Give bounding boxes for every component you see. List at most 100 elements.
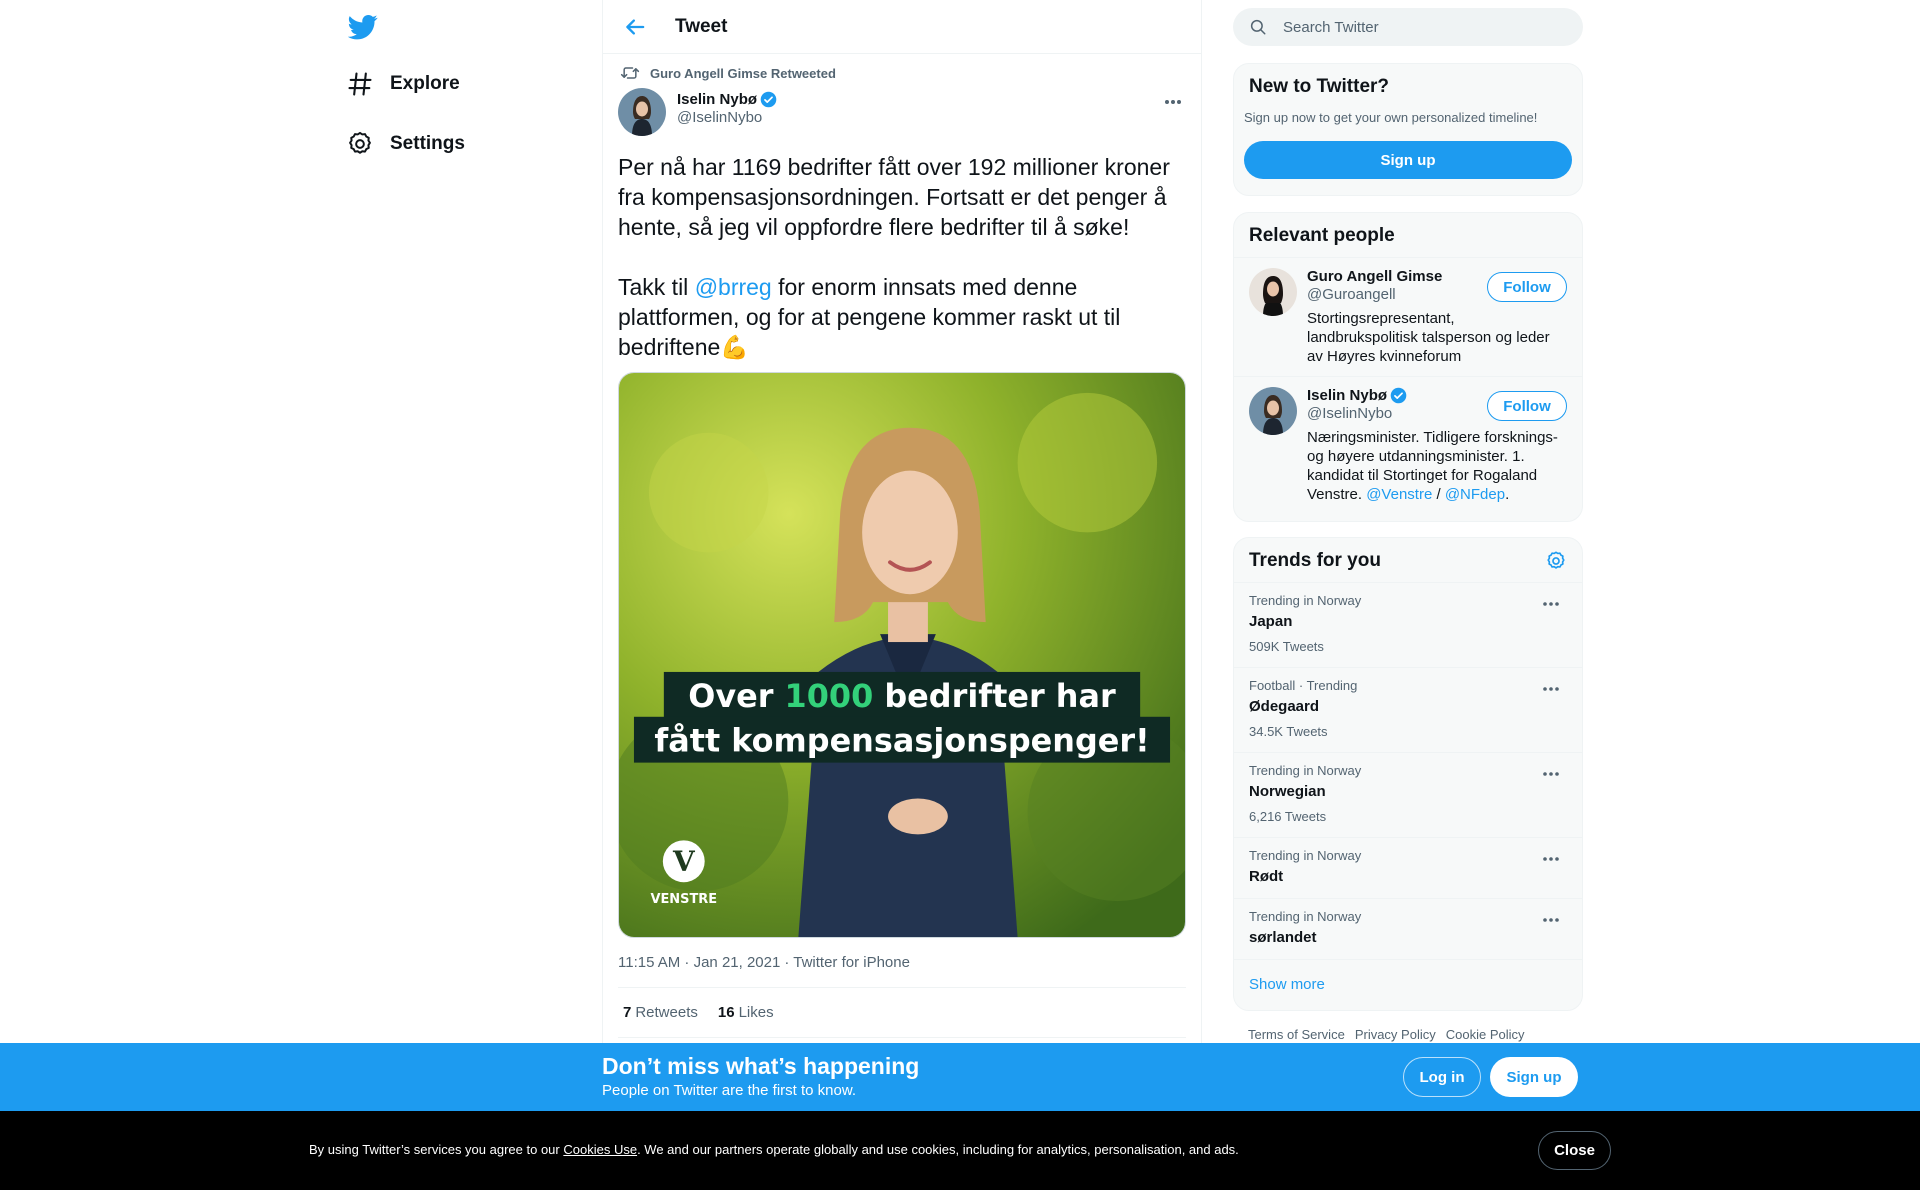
likes-label[interactable]: Likes <box>739 1004 774 1021</box>
tweet-author: Iselin Nybø @IselinNybo <box>618 88 1186 148</box>
bio-separator: / <box>1432 486 1445 503</box>
hashtag-icon <box>346 70 374 98</box>
trend-item[interactable]: Trending in Norway sørlandet <box>1234 899 1582 960</box>
tweet-timestamp[interactable]: 11:15 AM · Jan 21, 2021 <box>618 954 780 971</box>
retweet-context: Guro Angell Gimse Retweeted <box>618 54 1186 88</box>
retweets-label[interactable]: Retweets <box>635 1004 698 1021</box>
more-options-icon[interactable] <box>1542 913 1560 925</box>
retweeted-by-label[interactable]: Guro Angell Gimse Retweeted <box>650 66 836 81</box>
trend-item[interactable]: Football · Trending Ødegaard 34.5K Tweet… <box>1234 668 1582 753</box>
search-bar[interactable] <box>1233 8 1583 46</box>
trend-context: Trending in Norway <box>1249 593 1362 608</box>
author-name-text: Iselin Nybø <box>677 91 758 108</box>
gear-icon[interactable] <box>1545 550 1567 572</box>
trend-name: Japan <box>1249 613 1293 630</box>
cookie-text: By using Twitter’s services you agree to… <box>309 1142 1239 1157</box>
tweet-text-paragraph-1: Per nå har 1169 bedrifter fått over 192 … <box>618 154 1170 240</box>
more-options-icon[interactable] <box>1542 767 1560 779</box>
cookie-policy-link[interactable]: Cookie Policy <box>1446 1027 1525 1042</box>
cookies-use-link[interactable]: Cookies Use <box>563 1142 637 1157</box>
retweets-count[interactable]: 7 <box>623 1004 631 1021</box>
more-options-icon[interactable] <box>1542 682 1560 694</box>
tweet-column: Tweet Guro Angell Gimse Retweeted Iselin… <box>602 0 1202 1190</box>
bio-end: . <box>1505 486 1510 503</box>
search-icon <box>1249 18 1267 36</box>
tweet-text-p2-start: Takk til <box>618 274 695 300</box>
trend-count: 6,216 Tweets <box>1249 809 1327 824</box>
trend-count: 34.5K Tweets <box>1249 724 1328 739</box>
trends-card: Trends for you Trending in Norway Japan … <box>1233 537 1583 1011</box>
terms-link[interactable]: Terms of Service <box>1248 1027 1345 1042</box>
tweet-text: Per nå har 1169 bedrifter fått over 192 … <box>618 152 1186 362</box>
log-in-button[interactable]: Log in <box>1403 1057 1481 1097</box>
author-name[interactable]: Iselin Nybø <box>677 91 777 108</box>
likes-count[interactable]: 16 <box>718 1004 735 1021</box>
bio-link-nfdep[interactable]: @NFdep <box>1445 486 1505 503</box>
retweet-icon <box>620 63 640 83</box>
verified-badge-icon <box>1390 387 1407 404</box>
trend-name: Norwegian <box>1249 783 1326 800</box>
tweet-header: Tweet <box>603 0 1201 54</box>
new-to-twitter-subtitle: Sign up now to get your own personalized… <box>1244 110 1538 125</box>
nav-label-explore: Explore <box>390 73 460 94</box>
venstre-logo-letter: V <box>672 845 696 878</box>
follow-button[interactable]: Follow <box>1487 272 1567 302</box>
person-item[interactable]: Iselin Nybø @IselinNybo Næringsminister.… <box>1234 377 1582 514</box>
tweet-source: · Twitter for iPhone <box>784 954 910 971</box>
sign-up-button[interactable]: Sign up <box>1490 1057 1578 1097</box>
tweet-text-paragraph-2: Takk til @brreg for enorm innsats med de… <box>618 272 1186 362</box>
gear-icon <box>346 130 374 158</box>
avatar[interactable] <box>618 88 666 136</box>
twitter-bird-icon[interactable] <box>347 12 378 42</box>
tweet-stats: 7 Retweets 16 Likes <box>618 988 1186 1038</box>
image-headline-line2: fått kompensasjonspenger! <box>654 722 1149 760</box>
more-options-icon[interactable] <box>1542 597 1560 609</box>
trend-context: Trending in Norway <box>1249 909 1362 924</box>
trend-item[interactable]: Trending in Norway Norwegian 6,216 Tweet… <box>1234 753 1582 838</box>
search-input[interactable] <box>1283 18 1563 36</box>
cookie-text-start: By using Twitter’s services you agree to… <box>309 1142 564 1157</box>
trend-item[interactable]: Trending in Norway Rødt <box>1234 838 1582 899</box>
person-bio: Stortingsrepresentant, landbrukspolitisk… <box>1307 310 1550 365</box>
new-to-twitter-card: New to Twitter? Sign up now to get your … <box>1233 63 1583 196</box>
venstre-logo-text: VENSTRE <box>650 892 717 907</box>
tweet-meta: 11:15 AM · Jan 21, 2021 · Twitter for iP… <box>618 938 1186 988</box>
tweet: Guro Angell Gimse Retweeted Iselin Nybø <box>603 54 1201 1038</box>
arrow-left-icon[interactable] <box>621 13 649 41</box>
tweet-image[interactable]: Over 1000 bedrifter har fått kompensasjo… <box>618 372 1186 938</box>
mention-link[interactable]: @brreg <box>695 274 772 300</box>
bio-link-venstre[interactable]: @Venstre <box>1366 486 1432 503</box>
footer-links: Terms of Service Privacy Policy Cookie P… <box>1248 1027 1525 1042</box>
sign-up-button[interactable]: Sign up <box>1244 141 1572 179</box>
person-item[interactable]: Guro Angell Gimse @Guroangell Stortingsr… <box>1234 258 1582 377</box>
trend-count: 509K Tweets <box>1249 639 1324 654</box>
trends-title: Trends for you <box>1249 550 1381 571</box>
cookie-banner: By using Twitter’s services you agree to… <box>0 1111 1920 1190</box>
more-options-icon[interactable] <box>1162 94 1184 110</box>
follow-button[interactable]: Follow <box>1487 391 1567 421</box>
image-headline-line1: Over 1000 bedrifter har <box>688 677 1116 715</box>
trend-item[interactable]: Trending in Norway Japan 509K Tweets <box>1234 583 1582 668</box>
trend-name: Ødegaard <box>1249 698 1320 715</box>
more-options-icon[interactable] <box>1542 852 1560 864</box>
nav-label-settings: Settings <box>390 133 465 154</box>
verified-badge-icon <box>760 91 777 108</box>
trend-context: Trending in Norway <box>1249 763 1362 778</box>
cookie-text-end: . We and our partners operate globally a… <box>637 1142 1239 1157</box>
banner-title: Don’t miss what’s happening <box>602 1053 920 1079</box>
nav-item-settings[interactable]: Settings <box>346 122 465 166</box>
avatar[interactable] <box>1249 268 1297 316</box>
page-title: Tweet <box>675 15 728 37</box>
relevant-people-card: Relevant people Guro Angell Gimse @Guroa… <box>1233 212 1583 522</box>
privacy-link[interactable]: Privacy Policy <box>1355 1027 1436 1042</box>
show-more-link[interactable]: Show more <box>1234 960 1582 1009</box>
avatar[interactable] <box>1249 387 1297 435</box>
author-handle[interactable]: @IselinNybo <box>677 109 777 126</box>
person-bio: Næringsminister. Tidligere forsknings- o… <box>1307 428 1567 504</box>
new-to-twitter-title: New to Twitter? <box>1249 76 1390 97</box>
signup-banner: Don’t miss what’s happening People on Tw… <box>0 1043 1920 1111</box>
trend-name: Rødt <box>1249 868 1284 885</box>
nav-item-explore[interactable]: Explore <box>346 62 460 106</box>
close-button[interactable]: Close <box>1538 1131 1611 1170</box>
banner-subtitle: People on Twitter are the first to know. <box>602 1082 857 1099</box>
